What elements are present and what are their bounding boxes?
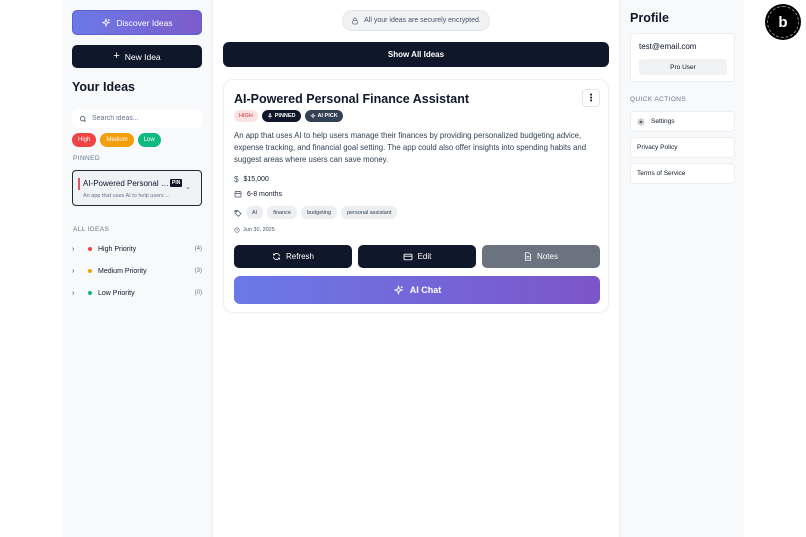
plan-badge: Pro User (639, 59, 727, 75)
priority-dot (88, 247, 92, 251)
new-idea-label: New Idea (124, 51, 161, 62)
idea-tag: AI (246, 206, 264, 219)
priority-group-count: (0) (194, 290, 202, 296)
settings-link[interactable]: Settings (630, 111, 735, 132)
new-idea-button[interactable]: + New Idea (72, 45, 202, 68)
priority-badge: HIGH (234, 110, 258, 122)
filter-chip-high[interactable]: High (72, 133, 97, 147)
edit-button[interactable]: Edit (358, 245, 476, 268)
discover-ideas-button[interactable]: Discover Ideas (72, 10, 202, 35)
terms-of-service-link[interactable]: Terms of Service (630, 163, 735, 184)
gear-icon (637, 118, 645, 126)
pinned-idea-title: AI-Powered Personal Finance Assistant (83, 179, 169, 188)
refresh-button[interactable]: Refresh (234, 245, 352, 268)
chevron-right-icon: › (72, 245, 75, 253)
ai-chat-label: AI Chat (409, 285, 442, 295)
pin-icon (267, 113, 273, 119)
more-options-icon[interactable]: ⋮ (582, 89, 600, 107)
priority-group-medium[interactable]: › Medium Priority (3) (72, 264, 202, 278)
quick-actions-label: QUICK ACTIONS (630, 96, 687, 103)
app-root: Discover Ideas + New Idea Your Ideas Hig… (0, 0, 806, 537)
show-all-ideas-button[interactable]: Show All Ideas (223, 42, 609, 67)
pinned-section-label: PINNED (73, 155, 100, 162)
encryption-text: All your ideas are securely encrypted. (364, 17, 481, 24)
priority-group-low[interactable]: › Low Priority (0) (72, 286, 202, 300)
idea-badges: HIGH PINNED AI PICK (234, 110, 343, 122)
chevron-right-icon: › (72, 289, 75, 297)
sparkles-icon (309, 113, 316, 119)
priority-bar (78, 178, 80, 190)
brand-logo[interactable]: b (765, 4, 801, 40)
idea-date-value: Jun 30, 2025 (243, 227, 275, 233)
idea-description: An app that uses AI to help users manage… (234, 131, 587, 164)
priority-group-label: Medium Priority (98, 267, 147, 275)
pinned-idea-card[interactable]: AI-Powered Personal Finance Assistant PI… (72, 170, 202, 206)
filter-chip-medium[interactable]: Medium (100, 133, 134, 147)
edit-label: Edit (417, 252, 432, 261)
notes-label: Notes (537, 252, 558, 261)
idea-title: AI-Powered Personal Finance Assistant (234, 92, 470, 106)
pinned-badge-label: PINNED (274, 113, 296, 119)
ai-chat-button[interactable]: AI Chat (234, 276, 600, 304)
profile-heading: Profile (630, 11, 669, 25)
refresh-icon (272, 252, 281, 261)
notes-button[interactable]: Notes (482, 245, 600, 268)
clock-icon (234, 227, 240, 233)
encryption-notice: All your ideas are securely encrypted. (342, 10, 490, 31)
priority-filter-chips: High Medium Low (72, 133, 161, 147)
timeline-value: 6-8 months (247, 190, 283, 198)
your-ideas-heading: Your Ideas (72, 80, 135, 94)
sparkles-icon (393, 284, 404, 296)
timeline-row: 6-8 months (234, 190, 282, 198)
edit-icon (403, 253, 413, 261)
calendar-icon (234, 190, 242, 198)
settings-label: Settings (651, 118, 675, 125)
pinned-badge: PINNED (261, 110, 301, 122)
user-email: test@email.com (639, 42, 697, 51)
idea-tags: AI finance budgeting personal assistant (234, 206, 398, 219)
lock-icon (351, 17, 359, 25)
sparkles-icon (101, 17, 112, 28)
search-icon (79, 115, 87, 123)
search-box[interactable] (72, 109, 202, 128)
profile-card: test@email.com Pro User (630, 33, 735, 82)
ideas-sidebar: Discover Ideas + New Idea Your Ideas Hig… (62, 0, 213, 537)
idea-tag: personal assistant (341, 206, 398, 219)
discover-ideas-label: Discover Ideas (116, 17, 173, 28)
ai-pick-label: AI PICK (317, 113, 338, 119)
chevron-right-icon: › (72, 267, 75, 275)
search-input[interactable] (92, 115, 192, 122)
priority-group-count: (3) (194, 268, 202, 274)
logo-ring (767, 6, 799, 38)
dollar-icon: $ (234, 175, 239, 184)
priority-group-count: (4) (194, 246, 202, 252)
idea-tag: budgeting (300, 206, 338, 219)
tag-icon (234, 209, 242, 217)
priority-group-label: Low Priority (98, 289, 135, 297)
priority-group-high[interactable]: › High Priority (4) (72, 242, 202, 256)
idea-detail-card: AI-Powered Personal Finance Assistant ⋮ … (223, 79, 609, 313)
pinned-idea-subtitle: An app that uses AI to help users ... (83, 193, 170, 199)
main-content: All your ideas are securely encrypted. S… (213, 0, 619, 537)
document-icon (524, 252, 532, 261)
idea-date: Jun 30, 2025 (234, 227, 275, 233)
privacy-policy-link[interactable]: Privacy Policy (630, 137, 735, 158)
profile-sidebar: Profile test@email.com Pro User QUICK AC… (619, 0, 744, 537)
refresh-label: Refresh (285, 252, 314, 261)
idea-tag: finance (267, 206, 297, 219)
ai-pick-badge: AI PICK (304, 110, 343, 122)
budget-row: $ $15,000 (234, 175, 269, 184)
filter-chip-low[interactable]: Low (137, 133, 161, 147)
plus-icon: + (113, 50, 120, 62)
priority-dot (88, 269, 92, 273)
budget-value: $15,000 (243, 176, 269, 183)
pin-badge: PIN (170, 179, 183, 187)
chevron-down-icon[interactable]: ⌄ (185, 183, 191, 191)
all-ideas-section-label: ALL IDEAS (73, 226, 110, 233)
priority-dot (88, 291, 92, 295)
priority-group-label: High Priority (98, 245, 137, 253)
